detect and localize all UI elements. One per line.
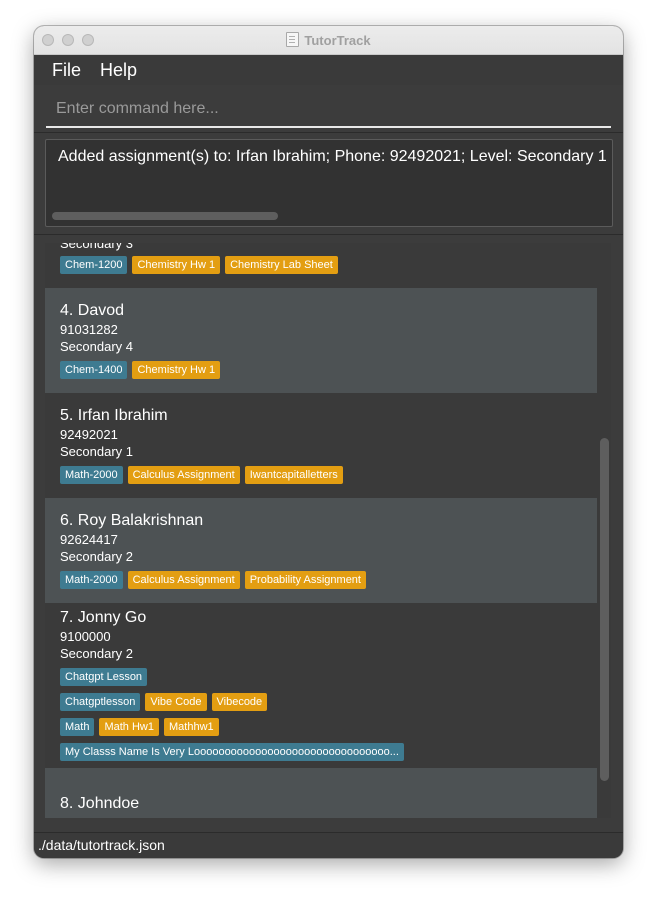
divider [34, 132, 623, 133]
person-level: Secondary 3 [60, 243, 133, 251]
result-display: Added assignment(s) to: Irfan Ibrahim; P… [45, 139, 613, 227]
person-name: 7. Jonny Go [60, 609, 147, 626]
person-card[interactable]: Secondary 3 Chem-1200 Chemistry Hw 1 Che… [45, 243, 597, 288]
class-tag: Math-2000 [60, 571, 123, 589]
status-bar: ./data/tutortrack.json [34, 832, 623, 858]
person-card[interactable]: 4. Davod 91031282 Secondary 4 Chem-1400 … [45, 288, 597, 393]
class-tag: Chatgptlesson [60, 693, 141, 711]
person-name: 5. Irfan Ibrahim [60, 407, 168, 424]
menu-file[interactable]: File [52, 60, 81, 81]
class-tag: Chem-1400 [60, 361, 128, 379]
class-tag: Chem-1200 [60, 256, 128, 274]
class-tag: My Classs Name Is Very Loooooooooooooooo… [60, 743, 404, 761]
assignment-tag: Math Hw1 [99, 718, 159, 736]
person-phone: 92492021 [60, 427, 118, 442]
menu-help[interactable]: Help [100, 60, 137, 81]
result-message: Added assignment(s) to: Irfan Ibrahim; P… [58, 148, 607, 165]
class-tag: Chatgpt Lesson [60, 668, 148, 686]
person-level: Secondary 1 [60, 444, 133, 459]
document-icon [286, 32, 300, 47]
app-window: TutorTrack File Help Added assignment(s)… [34, 26, 623, 858]
person-card[interactable]: 7. Jonny Go 9100000 Secondary 2 Chatgpt … [45, 603, 597, 768]
person-card[interactable]: 6. Roy Balakrishnan 92624417 Secondary 2… [45, 498, 597, 603]
command-box [46, 92, 611, 128]
person-name: 6. Roy Balakrishnan [60, 512, 204, 529]
person-list: Secondary 3 Chem-1200 Chemistry Hw 1 Che… [45, 243, 611, 818]
person-phone: 911111 [60, 815, 100, 818]
assignment-tag: Probability Assignment [244, 571, 366, 589]
class-tag: Math [60, 718, 95, 736]
assignment-tag: Vibe Code [145, 693, 207, 711]
assignment-tag: Iwantcapitalletters [244, 466, 343, 484]
list-scrollbar-thumb[interactable] [600, 438, 609, 781]
menu-bar: File Help [34, 55, 623, 85]
command-input[interactable] [46, 92, 611, 126]
person-phone: 92624417 [60, 532, 118, 547]
assignment-tag: Chemistry Hw 1 [132, 361, 221, 379]
person-level: Secondary 4 [60, 339, 133, 354]
assignment-tag: Calculus Assignment [127, 466, 240, 484]
window-title-text: TutorTrack [304, 33, 371, 48]
person-phone: 9100000 [60, 629, 111, 644]
person-card[interactable]: 5. Irfan Ibrahim 92492021 Secondary 1 Ma… [45, 393, 597, 498]
person-name: 8. Johndoe [60, 795, 140, 812]
assignment-tag: Vibecode [211, 693, 268, 711]
assignment-tag: Calculus Assignment [127, 571, 240, 589]
person-level: Secondary 2 [60, 646, 133, 661]
person-level: Secondary 2 [60, 549, 133, 564]
assignment-tag: Mathhw1 [164, 718, 219, 736]
assignment-tag: Chemistry Lab Sheet [225, 256, 338, 274]
result-horizontal-scrollbar[interactable] [52, 212, 278, 220]
data-file-path: ./data/tutortrack.json [38, 837, 165, 853]
person-phone: 91031282 [60, 322, 118, 337]
divider [34, 234, 623, 235]
title-bar: TutorTrack [34, 26, 623, 55]
person-card[interactable]: 8. Johndoe 911111 [45, 768, 597, 818]
class-tag: Math-2000 [60, 466, 123, 484]
assignment-tag: Chemistry Hw 1 [132, 256, 221, 274]
person-name: 4. Davod [60, 302, 125, 319]
window-title: TutorTrack [34, 32, 623, 48]
